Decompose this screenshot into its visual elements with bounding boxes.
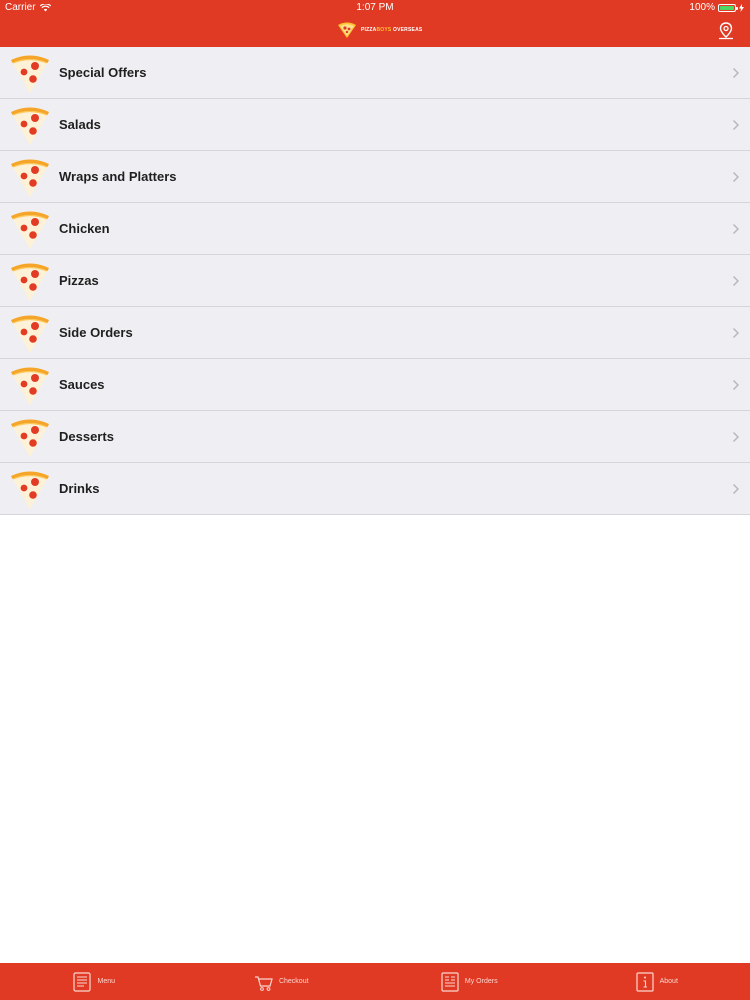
logo-word-boys: BOYS [376,27,392,33]
chevron-right-icon [733,328,739,338]
chevron-right-icon [733,172,739,182]
map-pin-icon [719,22,733,40]
tab-menu[interactable]: Menu [0,963,188,1000]
menu-category-label: Desserts [59,429,114,444]
status-time: 1:07 PM [356,2,394,13]
navigation-bar: Carrier 1:07 PM 100% PIZZABOYS OVERSEAS [0,0,750,47]
app-logo: PIZZABOYS OVERSEAS [336,21,422,39]
menu-category-row[interactable]: Desserts [0,411,750,463]
menu-category-rows: Special Offers Salads Wraps and Platters… [0,47,750,515]
pizza-slice-icon [11,107,49,145]
tab-about-label: About [659,978,678,985]
menu-category-label: Side Orders [59,325,133,340]
pizza-slice-icon [11,159,49,197]
chevron-right-icon [733,224,739,234]
menu-category-label: Sauces [59,377,105,392]
menu-category-row[interactable]: Salads [0,99,750,151]
menu-category-row[interactable]: Wraps and Platters [0,151,750,203]
menu-category-row[interactable]: Special Offers [0,47,750,99]
pizza-slice-icon [11,315,49,353]
chevron-right-icon [733,484,739,494]
pizza-slice-icon [11,419,49,457]
tab-about[interactable]: About [563,963,750,1000]
menu-icon [73,971,92,992]
chevron-right-icon [733,380,739,390]
tab-checkout-label: Checkout [278,978,309,985]
menu-category-row[interactable]: Drinks [0,463,750,515]
menu-category-label: Salads [59,117,101,132]
menu-category-label: Pizzas [59,273,99,288]
chevron-right-icon [733,276,739,286]
pizza-slice-icon [11,211,49,249]
chevron-right-icon [733,432,739,442]
logo-word-pizza: PIZZA [361,27,377,33]
chevron-right-icon [733,120,739,130]
location-button[interactable] [716,21,736,41]
charging-icon [739,4,744,12]
tab-checkout[interactable]: Checkout [188,963,376,1000]
menu-category-row[interactable]: Pizzas [0,255,750,307]
menu-category-row[interactable]: Chicken [0,203,750,255]
info-icon [635,971,654,992]
battery-icon [718,4,738,12]
menu-category-label: Drinks [59,481,100,496]
receipt-icon [441,971,459,992]
pizza-slice-icon [11,263,49,301]
pizza-slice-icon [11,367,49,405]
menu-category-label: Wraps and Platters [59,169,177,184]
menu-category-label: Special Offers [59,65,147,80]
menu-category-row[interactable]: Side Orders [0,307,750,359]
menu-category-list: Special Offers Salads Wraps and Platters… [0,47,750,515]
pizza-logo-icon [338,22,356,38]
tab-bar: Menu Checkout My Orders About [0,963,750,1000]
pizza-slice-icon [11,471,49,509]
cart-icon [254,975,273,991]
logo-word-rest: OVERSEAS [391,27,423,33]
battery-percent: 100% [689,2,715,13]
status-bar: Carrier 1:07 PM 100% [0,0,750,16]
tab-menu-label: Menu [97,978,115,985]
menu-category-label: Chicken [59,221,110,236]
tab-my-orders-label: My Orders [464,978,498,985]
chevron-right-icon [733,68,739,78]
pizza-slice-icon [11,55,49,93]
menu-category-row[interactable]: Sauces [0,359,750,411]
tab-my-orders[interactable]: My Orders [375,963,563,1000]
